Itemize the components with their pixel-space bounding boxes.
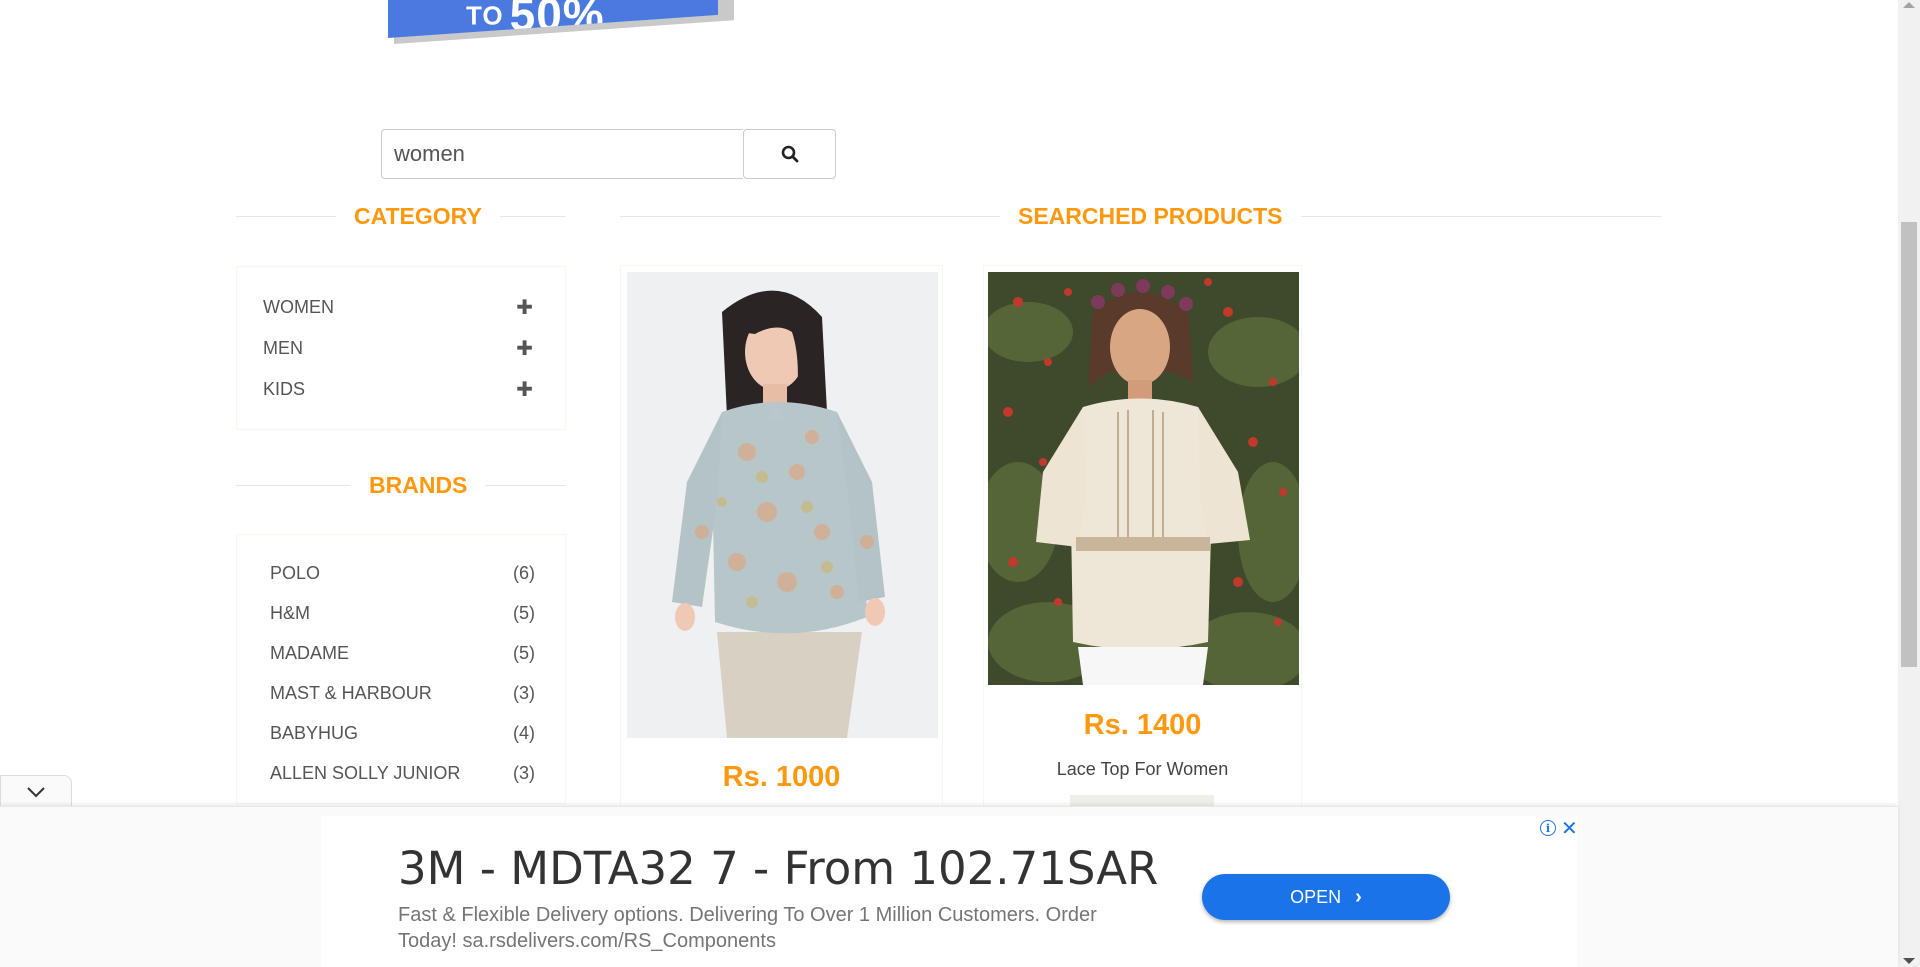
brand-item-mast-harbour[interactable]: MAST & HARBOUR (3): [270, 673, 535, 713]
scroll-up-arrow-icon[interactable]: [1903, 2, 1915, 8]
products-title: SEARCHED PRODUCTS: [1018, 203, 1283, 229]
brand-count: (5): [513, 642, 535, 663]
ad-description[interactable]: Fast & Flexible Delivery options. Delive…: [398, 902, 1158, 954]
brands-panel: POLO (6) H&M (5) MADAME (5) MAST & HARBO…: [236, 534, 566, 804]
ad-open-button[interactable]: OPEN ›: [1202, 874, 1450, 920]
brand-name: ALLEN SOLLY JUNIOR: [270, 762, 461, 783]
product-image[interactable]: [988, 272, 1299, 685]
brand-item-babyhug[interactable]: BABYHUG (4): [270, 713, 535, 753]
brand-item-polo[interactable]: POLO (6): [270, 553, 535, 593]
chevron-down-icon: [27, 787, 45, 798]
brand-name: BABYHUG: [270, 722, 359, 743]
category-label: MEN: [263, 338, 303, 358]
ad-title[interactable]: 3M - MDTA32 7 - From 102.71SAR: [398, 842, 1158, 895]
brands-title: BRANDS: [369, 472, 468, 498]
product-photo-blouse: [627, 272, 938, 738]
brand-count: (5): [513, 602, 535, 623]
heading-line: [1300, 216, 1661, 217]
heading-line: [236, 216, 336, 217]
brand-item-hm[interactable]: H&M (5): [270, 593, 535, 633]
site-logo[interactable]: TO 50%: [388, 0, 734, 48]
page-scrollbar[interactable]: [1898, 0, 1920, 967]
scroll-down-arrow-icon[interactable]: [1903, 958, 1915, 964]
brand-name: MADAME: [270, 642, 350, 663]
heading-line: [485, 485, 566, 486]
heading-line: [499, 216, 566, 217]
plus-icon[interactable]: ✚: [516, 295, 533, 320]
category-label: KIDS: [263, 379, 306, 399]
category-item-kids[interactable]: KIDS ✚: [263, 369, 539, 410]
category-label: WOMEN: [263, 297, 334, 317]
ad-banner: 3M - MDTA32 7 - From 102.71SAR Fast & Fl…: [0, 806, 1898, 967]
plus-icon[interactable]: ✚: [516, 377, 533, 402]
ad-collapse-toggle[interactable]: [0, 775, 72, 808]
brand-count: (3): [513, 762, 535, 783]
search-input[interactable]: [381, 129, 743, 179]
search-bar: [381, 129, 836, 179]
product-card[interactable]: Rs. 1000: [620, 265, 943, 810]
heading-line: [620, 216, 1000, 217]
ad-info-icon[interactable]: i: [1540, 820, 1556, 836]
product-photo-lace-top: [988, 272, 1299, 685]
search-icon: [781, 145, 798, 163]
brand-name: H&M: [270, 602, 310, 623]
ad-content[interactable]: 3M - MDTA32 7 - From 102.71SAR Fast & Fl…: [321, 816, 1578, 967]
product-card[interactable]: Rs. 1400 Lace Top For Women: [983, 265, 1302, 811]
category-item-women[interactable]: WOMEN ✚: [263, 287, 539, 328]
brand-item-madame[interactable]: MADAME (5): [270, 633, 535, 673]
product-price: Rs. 1000: [722, 761, 841, 793]
ad-open-label: OPEN: [1290, 886, 1342, 907]
product-price: Rs. 1400: [1083, 709, 1202, 741]
product-name[interactable]: Lace Top For Women: [984, 759, 1301, 780]
brand-name: MAST & HARBOUR: [270, 682, 432, 703]
brands-heading: BRANDS: [236, 472, 566, 499]
product-image[interactable]: [627, 272, 938, 738]
scroll-thumb[interactable]: [1901, 222, 1917, 667]
category-panel: WOMEN ✚ MEN ✚ KIDS ✚: [236, 266, 566, 430]
brand-count: (6): [513, 562, 535, 583]
category-title: CATEGORY: [354, 203, 482, 229]
brand-count: (4): [513, 722, 535, 743]
products-heading: SEARCHED PRODUCTS: [620, 203, 1661, 230]
brand-name: POLO: [270, 562, 321, 583]
ad-close-icon[interactable]: ✕: [1561, 816, 1578, 841]
category-item-men[interactable]: MEN ✚: [263, 328, 539, 369]
search-button[interactable]: [743, 129, 836, 179]
brand-count: (3): [513, 682, 535, 703]
heading-line: [236, 485, 351, 486]
brand-item-allen-solly-junior[interactable]: ALLEN SOLLY JUNIOR (3): [270, 753, 535, 793]
category-heading: CATEGORY: [236, 203, 566, 230]
chevron-right-icon: ›: [1355, 885, 1362, 908]
plus-icon[interactable]: ✚: [516, 336, 533, 361]
